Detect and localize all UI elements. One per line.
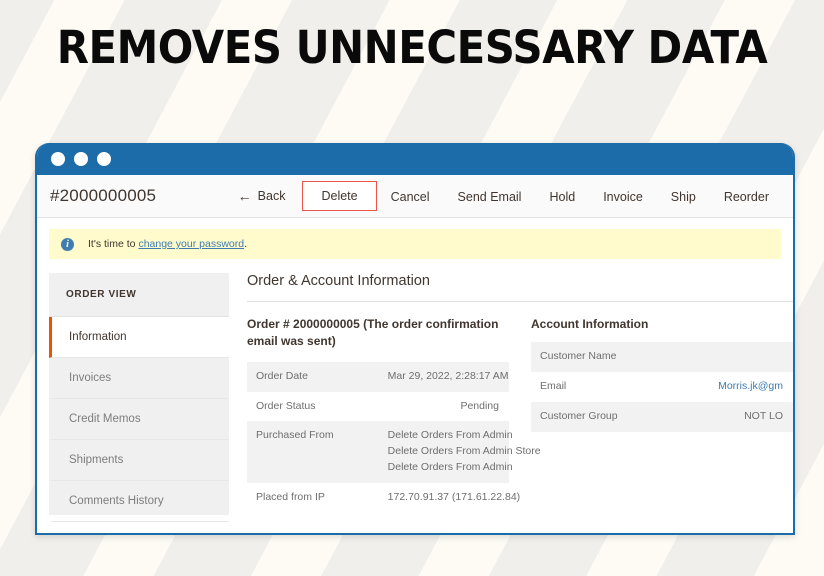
send-email-button[interactable]: Send Email (444, 182, 536, 210)
notice-text-after: . (244, 238, 248, 250)
table-row: Purchased From Delete Orders From Admin … (247, 421, 541, 483)
sidebar-item-label: Invoices (69, 372, 112, 384)
ship-button[interactable]: Ship (657, 182, 710, 210)
admin-toolbar: #2000000005 ← Back Delete Cancel Send Em… (37, 175, 793, 218)
browser-titlebar (37, 143, 793, 175)
notice-text: It's time to change your password. (88, 238, 247, 250)
sidebar-item-label: Information (69, 331, 127, 343)
sidebar-item-invoices[interactable]: Invoices (49, 358, 229, 399)
sidebar-item-label: Shipments (69, 454, 124, 466)
notice-text-before: It's time to (88, 238, 139, 250)
order-information-table: Order Date Mar 29, 2022, 2:28:17 AM Orde… (247, 361, 541, 513)
row-key: Customer Name (531, 342, 663, 373)
order-information-column: Order # 2000000005 (The order confirmati… (247, 316, 541, 513)
row-value: Pending (460, 399, 499, 412)
row-key: Customer Group (531, 401, 663, 432)
window-dot-minimize-icon[interactable] (74, 152, 88, 166)
reorder-button[interactable]: Reorder (710, 182, 783, 210)
account-section-title: Account Information (531, 317, 649, 331)
sidebar-item-comments-history[interactable]: Comments History (49, 481, 229, 522)
account-information-table: Customer Name Email Morris.jk@gm Custome… (531, 342, 793, 432)
row-key: Order Date (247, 361, 379, 392)
row-value-line: Delete Orders From Admin (387, 429, 513, 442)
window-dot-close-icon[interactable] (51, 152, 65, 166)
table-row: Customer Group NOT LO (531, 401, 793, 432)
row-value (662, 342, 793, 373)
arrow-left-icon: ← (237, 188, 252, 204)
row-key: Placed from IP (256, 490, 325, 503)
table-row: Email Morris.jk@gm (531, 372, 793, 402)
browser-window: #2000000005 ← Back Delete Cancel Send Em… (35, 143, 795, 535)
table-row: Placed from IP 172.70.91.37 (171.61.22.8… (247, 483, 521, 513)
order-information-panel: Order & Account Information Order # 2000… (229, 273, 793, 527)
window-dot-maximize-icon[interactable] (97, 152, 111, 166)
sidebar-title: ORDER VIEW (49, 273, 229, 317)
invoice-button[interactable]: Invoice (589, 182, 657, 210)
toolbar-actions: ← Back Delete Cancel Send Email Hold Inv… (233, 175, 783, 217)
sidebar-item-information[interactable]: Information (49, 317, 229, 358)
sidebar-item-credit-memos[interactable]: Credit Memos (49, 399, 229, 440)
table-row: Customer Name (531, 342, 793, 373)
order-section-title: Order # 2000000005 (The order confirmati… (247, 317, 499, 349)
change-password-link[interactable]: change your password (138, 238, 244, 250)
row-value-line: Delete Orders From Admin (387, 460, 513, 473)
page-headline: REMOVES UNNECESSARY DATA (56, 21, 768, 74)
sidebar-item-label: Credit Memos (69, 413, 141, 425)
hold-button[interactable]: Hold (535, 182, 589, 210)
cancel-button[interactable]: Cancel (377, 182, 444, 210)
sidebar-item-shipments[interactable]: Shipments (49, 440, 229, 481)
row-value-line: Delete Orders From Admin Store (387, 445, 541, 458)
info-icon: i (61, 237, 74, 251)
customer-email-link[interactable]: Morris.jk@gm (663, 372, 793, 402)
section-heading: Order & Account Information (247, 273, 793, 302)
row-value: Delete Orders From Admin Delete Orders F… (378, 421, 541, 483)
delete-button[interactable]: Delete (302, 181, 377, 211)
password-notice-banner: i It's time to change your password. (49, 229, 781, 259)
sidebar-item-label: Comments History (69, 495, 164, 507)
table-row: Order Date Mar 29, 2022, 2:28:17 AM (247, 361, 509, 392)
row-key: Email (540, 380, 567, 393)
row-key: Purchased From (247, 421, 379, 483)
order-view-sidebar: ORDER VIEW Information Invoices Credit M… (49, 273, 229, 522)
order-page-body: ORDER VIEW Information Invoices Credit M… (37, 259, 793, 527)
table-row: Order Status Pending (247, 392, 509, 422)
page-title: #2000000005 (50, 186, 157, 205)
row-value: Mar 29, 2022, 2:28:17 AM (378, 361, 509, 392)
information-columns: Order # 2000000005 (The order confirmati… (247, 302, 793, 512)
account-information-column: Account Information Customer Name Email … (531, 316, 793, 512)
back-button[interactable]: ← Back (233, 182, 303, 210)
row-key: Order Status (256, 399, 316, 412)
row-value: NOT LO (662, 401, 793, 432)
row-value: 172.70.91.37 (171.61.22.84) (387, 490, 521, 503)
back-button-label: Back (257, 189, 286, 203)
